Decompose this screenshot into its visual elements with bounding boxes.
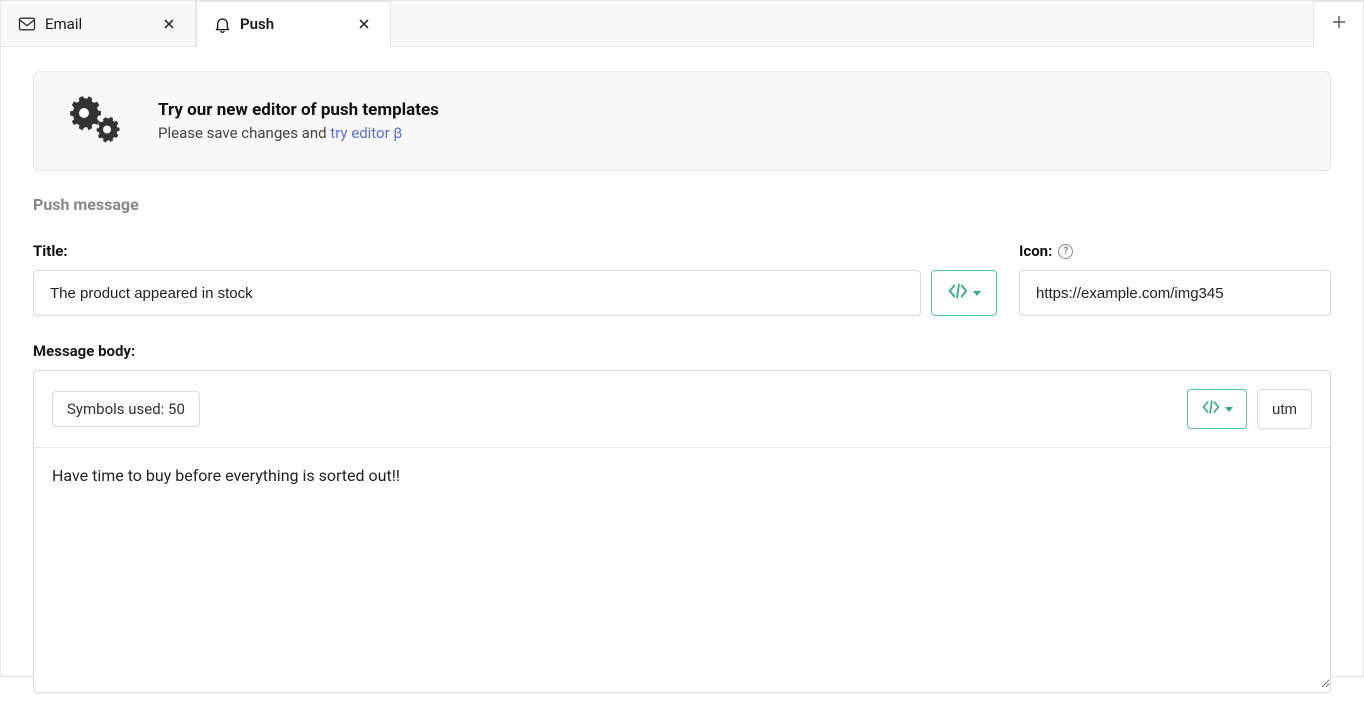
editor-banner: Try our new editor of push templates Ple…	[33, 71, 1331, 171]
chevron-down-icon	[1225, 407, 1233, 412]
content-area: Try our new editor of push templates Ple…	[1, 71, 1363, 725]
tab-push[interactable]: Push	[196, 1, 391, 47]
body-insert-variable-button[interactable]	[1187, 389, 1247, 429]
banner-subtitle: Please save changes and try editor β	[158, 124, 439, 142]
icon-url-input[interactable]	[1019, 270, 1331, 316]
symbols-counter: Symbols used: 50	[52, 391, 200, 427]
tab-label: Email	[45, 15, 151, 33]
bell-icon	[213, 15, 232, 34]
try-editor-link[interactable]: try editor β	[330, 124, 402, 142]
page-root: Email Push	[0, 0, 1364, 677]
email-icon	[17, 14, 37, 34]
symbols-count: 50	[168, 400, 185, 418]
gears-icon	[62, 94, 126, 148]
title-field: Title:	[33, 242, 997, 316]
title-input-row	[33, 270, 997, 316]
title-icon-row: Title:	[33, 242, 1331, 316]
message-body-box: Symbols used: 50 utm	[33, 370, 1331, 693]
tab-email[interactable]: Email	[1, 1, 196, 46]
icon-label-text: Icon:	[1019, 242, 1052, 260]
close-icon[interactable]	[159, 14, 179, 34]
insert-variable-button[interactable]	[931, 270, 997, 316]
tab-list: Email Push	[1, 1, 391, 46]
banner-sub-prefix: Please save changes and	[158, 124, 330, 142]
title-input[interactable]	[33, 270, 921, 316]
code-icon	[947, 282, 969, 304]
symbols-prefix: Symbols used:	[67, 400, 168, 418]
message-body-label: Message body:	[33, 342, 1331, 360]
message-body-textarea[interactable]	[34, 448, 1330, 688]
icon-label: Icon: ?	[1019, 242, 1331, 260]
icon-field: Icon: ?	[1019, 242, 1331, 316]
add-tab-button[interactable]	[1313, 1, 1363, 47]
section-heading: Push message	[33, 195, 1331, 214]
tab-bar: Email Push	[1, 1, 1363, 47]
help-icon[interactable]: ?	[1058, 244, 1073, 259]
utm-button[interactable]: utm	[1257, 389, 1312, 429]
title-label: Title:	[33, 242, 997, 260]
code-icon	[1201, 399, 1221, 419]
tab-label: Push	[240, 15, 346, 33]
banner-title: Try our new editor of push templates	[158, 100, 439, 120]
plus-icon	[1331, 14, 1347, 34]
banner-text: Try our new editor of push templates Ple…	[158, 100, 439, 142]
chevron-down-icon	[973, 291, 981, 296]
message-body-toolbar: Symbols used: 50 utm	[34, 371, 1330, 448]
body-toolbar-right: utm	[1187, 389, 1312, 429]
close-icon[interactable]	[354, 14, 374, 34]
